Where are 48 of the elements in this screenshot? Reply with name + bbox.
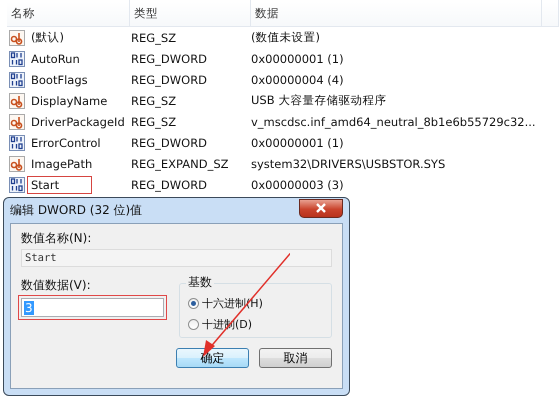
string-value-icon — [9, 92, 25, 108]
value-name[interactable]: (默认) — [27, 28, 68, 47]
radio-option[interactable]: 十六进制(H) — [188, 294, 323, 312]
value-type: REG_SZ — [130, 114, 178, 128]
value-data: 0x00000001 (1) — [250, 52, 345, 66]
radio-button[interactable] — [188, 318, 199, 330]
close-icon — [316, 203, 326, 213]
field-label: 数值名称(N): — [21, 230, 92, 247]
string-value-icon — [9, 30, 25, 46]
value-type: REG_DWORD — [130, 52, 208, 66]
binary-value-icon — [9, 134, 25, 150]
value-type: REG_SZ — [130, 94, 178, 108]
close-button[interactable] — [299, 198, 343, 218]
dialog-button[interactable]: 取消 — [259, 348, 332, 368]
radio-label: 十六进制(H) — [202, 296, 263, 310]
value-data: 0x00000001 (1) — [250, 136, 345, 150]
value-type: REG_DWORD — [130, 178, 208, 192]
value-name[interactable]: AutoRun — [27, 50, 84, 68]
value-data: 0x00000004 (4) — [250, 72, 345, 86]
value-data: 0x00000003 (3) — [250, 178, 345, 192]
value-type: REG_SZ — [130, 30, 178, 44]
value-name-field: Start — [21, 249, 332, 267]
value-name[interactable]: Start — [27, 176, 92, 194]
value-name[interactable]: BootFlags — [27, 70, 92, 88]
field-label: 数值数据(V): — [21, 277, 92, 294]
radio-button[interactable] — [188, 298, 199, 308]
value-name[interactable]: ErrorControl — [27, 134, 105, 152]
value-data: v_mscdsc.inf_amd64_neutral_8b1e6b55729c32... — [250, 114, 537, 128]
dialog-button[interactable]: 确定 — [176, 348, 249, 368]
column-header[interactable]: 名称 — [7, 0, 130, 26]
value-type: REG_DWORD — [130, 136, 208, 150]
column-header[interactable]: 数据 — [251, 0, 542, 26]
value-name[interactable]: ImagePath — [27, 154, 96, 172]
binary-value-icon — [9, 176, 25, 192]
dialog-title: 编辑 DWORD (32 位)值 — [10, 202, 142, 219]
value-data: system32\DRIVERS\USBSTOR.SYS — [250, 156, 446, 170]
column-header[interactable]: 类型 — [130, 0, 251, 26]
group-label: 基数 — [186, 274, 214, 291]
value-data: (数值未设置) — [250, 30, 321, 45]
binary-value-icon — [9, 72, 25, 88]
value-name[interactable]: DisplayName — [27, 92, 112, 110]
value-data: USB 大容量存储驱动程序 — [250, 93, 388, 108]
value-type: REG_EXPAND_SZ — [130, 156, 230, 170]
string-value-icon — [9, 156, 25, 172]
value-type: REG_DWORD — [130, 72, 208, 86]
value-name[interactable]: DriverPackageId — [27, 112, 129, 130]
binary-value-icon — [9, 50, 25, 66]
string-value-icon — [9, 114, 25, 130]
